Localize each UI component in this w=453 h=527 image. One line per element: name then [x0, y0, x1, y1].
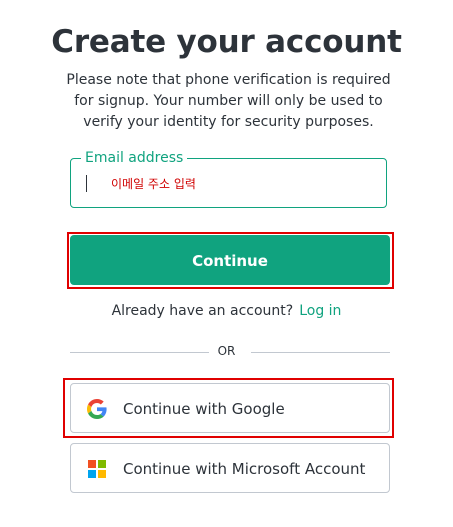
google-logo-icon	[87, 399, 107, 419]
email-field-label: Email address	[81, 149, 188, 167]
or-divider: OR	[217, 344, 236, 358]
email-input[interactable]	[111, 176, 371, 190]
google-signin-button[interactable]: Continue with Google	[70, 383, 390, 433]
continue-button[interactable]: Continue	[70, 235, 390, 285]
email-field[interactable]: Email address	[70, 149, 387, 208]
microsoft-signin-label: Continue with Microsoft Account	[123, 460, 366, 478]
text-caret	[86, 175, 87, 192]
login-question: Already have an account?	[111, 303, 294, 319]
microsoft-logo-icon	[88, 460, 106, 478]
login-prompt: Already have an account? Log in	[0, 303, 453, 319]
microsoft-signin-button[interactable]: Continue with Microsoft Account	[70, 443, 390, 493]
verification-notice: Please note that phone verification is r…	[66, 72, 391, 130]
google-signin-label: Continue with Google	[123, 400, 285, 418]
divider-line-right	[251, 352, 390, 353]
page-title: Create your account	[51, 24, 402, 60]
login-link[interactable]: Log in	[299, 303, 341, 319]
